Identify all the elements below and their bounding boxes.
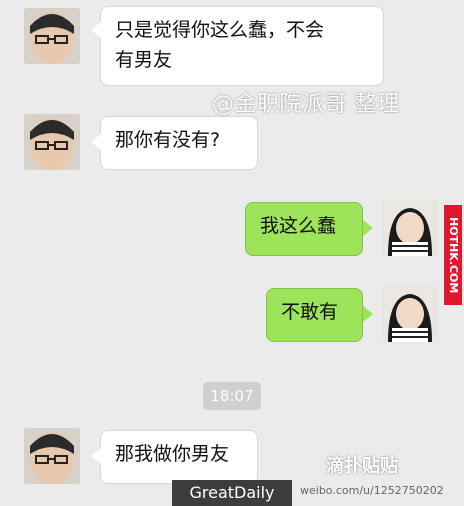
avatar-girl[interactable]	[382, 200, 438, 256]
message-bubble-5[interactable]: 那我做你男友	[100, 430, 258, 484]
boy-face-icon	[24, 428, 80, 484]
message-bubble-1[interactable]: 只是觉得你这么蠢，不会 有男友	[100, 6, 384, 86]
boy-face-icon	[24, 8, 80, 64]
bubble-tail	[91, 448, 101, 464]
message-bubble-3[interactable]: 我这么蠢	[245, 202, 363, 256]
message-text: 那你有没有?	[115, 129, 221, 151]
avatar-boy[interactable]	[24, 114, 80, 170]
site-logo-text: 滴扑贴贴	[326, 456, 398, 477]
message-text: 那我做你男友	[115, 443, 230, 465]
avatar-boy[interactable]	[24, 8, 80, 64]
greatdaily-badge: GreatDaily	[172, 480, 292, 506]
timestamp-badge: 18:07	[203, 382, 261, 410]
avatar-boy[interactable]	[24, 428, 80, 484]
message-bubble-4[interactable]: 不敢有	[266, 288, 363, 342]
bubble-tail	[363, 306, 373, 322]
bubble-tail	[91, 22, 101, 38]
side-watermark-tag: HOTHK.COM	[444, 205, 462, 305]
boy-face-icon	[24, 114, 80, 170]
message-text: 只是觉得你这么蠢，不会	[115, 19, 325, 41]
message-text: 有男友	[115, 49, 173, 71]
message-bubble-2[interactable]: 那你有没有?	[100, 116, 258, 170]
bubble-tail	[363, 220, 373, 236]
bubble-tail	[91, 134, 101, 150]
weibo-url: weibo.com/u/1252750202	[300, 484, 444, 497]
girl-face-icon	[382, 200, 438, 256]
girl-face-icon	[382, 286, 438, 342]
message-text: 不敢有	[281, 301, 339, 323]
watermark-text: @金职院派哥 整理	[212, 92, 400, 117]
message-text: 我这么蠢	[260, 215, 337, 237]
avatar-girl[interactable]	[382, 286, 438, 342]
